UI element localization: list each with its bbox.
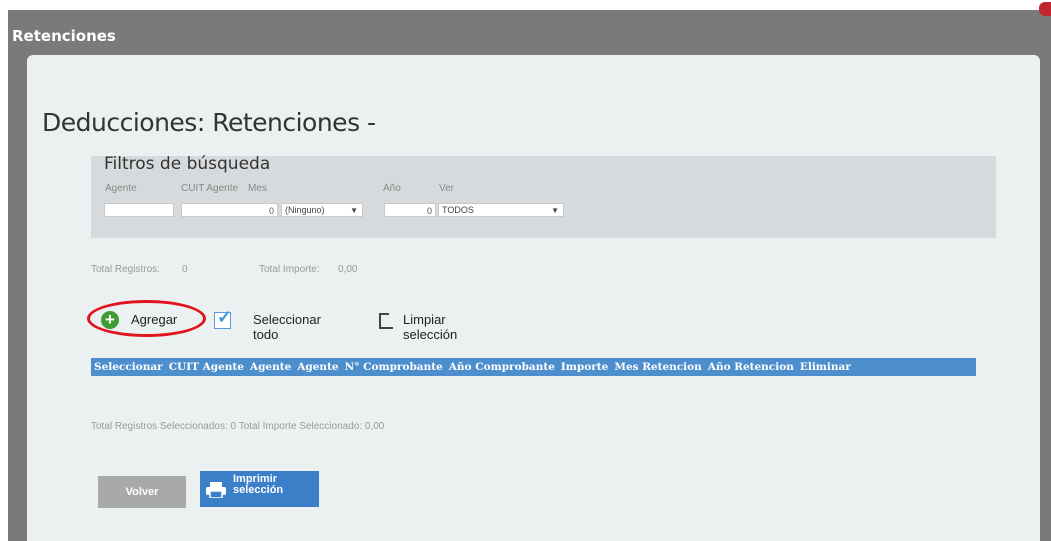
checkbox-checked-icon[interactable]: ✓ [214, 307, 232, 329]
selected-registros-label: Total Registros Seleccionados: [91, 421, 228, 432]
filters-section: Filtros de búsqueda Agente CUIT Agente M… [91, 154, 996, 238]
cuit-agente-label: CUIT Agente [181, 183, 239, 194]
filters-title: Filtros de búsqueda [104, 154, 271, 174]
back-button[interactable]: Volver [98, 476, 186, 508]
cuit-agente-input[interactable]: 0 [181, 203, 278, 217]
select-all-button[interactable]: Seleccionar todo [253, 312, 321, 342]
total-importe-value: 0,00 [338, 264, 358, 275]
selected-importe-label: Total Importe Seleccionado: [238, 421, 363, 432]
column-header[interactable]: Eliminar [797, 361, 854, 373]
total-registros-label: Total Registros: [91, 264, 160, 275]
clear-selection-button[interactable]: Limpiar selección [403, 312, 457, 342]
top-strip [8, 0, 1051, 10]
chevron-down-icon: ▼ [551, 206, 559, 215]
total-importe-label: Total Importe: [259, 264, 320, 275]
selected-registros-value: 0 [230, 421, 237, 432]
ver-select-value: TODOS [442, 205, 474, 215]
mes-select-value: (Ninguno) [285, 205, 325, 215]
column-header[interactable]: Mes Retencion [611, 361, 704, 373]
column-header[interactable]: Agente [247, 361, 294, 373]
mes-label: Mes [248, 183, 267, 194]
print-selection-button[interactable]: Imprimir selección [200, 471, 319, 507]
selected-importe-value: 0,00 [364, 421, 385, 432]
main-panel: Deducciones: Retenciones - Filtros de bú… [27, 55, 1040, 541]
agente-input[interactable] [104, 203, 174, 217]
print-selection-label: Imprimir selección [233, 474, 313, 496]
printer-icon [206, 482, 226, 498]
column-header[interactable]: Seleccionar [91, 361, 166, 373]
print-label-line2: selección [233, 484, 284, 496]
selection-totals: Total Registros Seleccionados: 0 Total I… [91, 421, 384, 432]
total-registros-value: 0 [182, 264, 188, 275]
ver-label: Ver [439, 183, 455, 194]
window-title: Retenciones [12, 27, 116, 45]
column-header[interactable]: CUIT Agente [166, 361, 247, 373]
agente-label: Agente [105, 183, 137, 194]
anio-label: Año [383, 183, 401, 194]
mes-select[interactable]: (Ninguno) ▼ [281, 203, 363, 217]
close-icon[interactable] [1039, 2, 1051, 16]
chevron-down-icon: ▼ [350, 206, 358, 215]
column-header[interactable]: Importe [558, 361, 611, 373]
anio-input[interactable]: 0 [384, 203, 436, 217]
column-header[interactable]: N° Comprobante [342, 361, 446, 373]
column-header[interactable]: Agente [294, 361, 341, 373]
column-header[interactable]: Año Retencion [705, 361, 797, 373]
column-header[interactable]: Año Comprobante [446, 361, 558, 373]
page-title: Deducciones: Retenciones - [42, 108, 376, 137]
ver-select[interactable]: TODOS ▼ [438, 203, 564, 217]
checkbox-empty-icon[interactable] [379, 313, 393, 329]
table-header: Seleccionar CUIT Agente Agente Agente N°… [91, 358, 976, 376]
highlight-annotation [87, 300, 206, 337]
